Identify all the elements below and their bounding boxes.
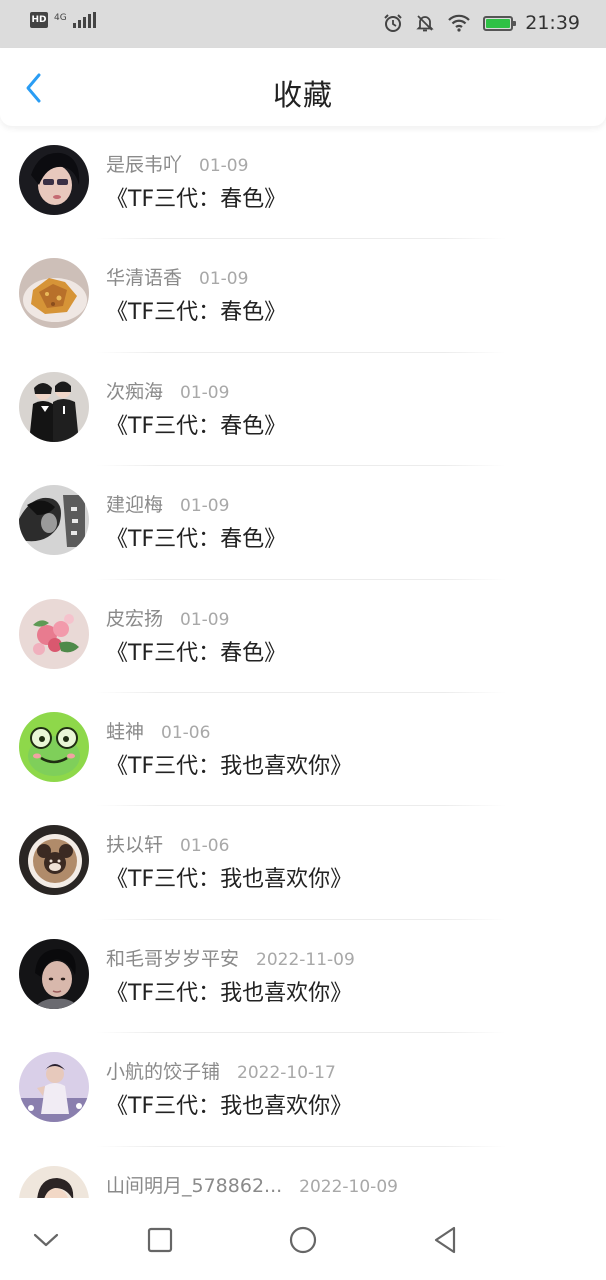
- user-name[interactable]: 小航的饺子铺: [106, 1057, 220, 1084]
- item-meta: 小航的饺子铺 2022-10-17: [106, 1057, 336, 1084]
- user-name[interactable]: 建迎梅: [106, 490, 163, 517]
- post-date: 01-06: [180, 836, 230, 857]
- avatar[interactable]: [19, 598, 89, 669]
- list-item[interactable]: 山间明月_578862... 2022-10-09: [0, 1147, 606, 1198]
- user-name[interactable]: 扶以轩: [106, 830, 163, 857]
- square-icon: [147, 1227, 173, 1253]
- item-meta: 皮宏扬 01-09: [106, 604, 229, 631]
- hd-badge: HD: [30, 12, 48, 28]
- avatar[interactable]: [19, 371, 89, 442]
- item-meta: 扶以轩 01-06: [106, 830, 229, 857]
- list-item[interactable]: 扶以轩 01-06 《TF三代：我也喜欢你》: [0, 806, 606, 920]
- item-meta: 山间明月_578862... 2022-10-09: [106, 1171, 398, 1198]
- user-name[interactable]: 华清语香: [106, 263, 182, 290]
- home-button[interactable]: [285, 1222, 321, 1258]
- user-name[interactable]: 皮宏扬: [106, 604, 163, 631]
- post-date: 2022-10-09: [299, 1176, 398, 1197]
- avatar[interactable]: [19, 711, 89, 782]
- favorites-list[interactable]: 是辰韦吖 01-09 《TF三代：春色》 华清语香 01-09 《TF三代：春色…: [0, 126, 606, 1198]
- item-title[interactable]: 《TF三代：我也喜欢你》: [106, 975, 352, 1007]
- triangle-back-icon: [434, 1226, 456, 1254]
- item-meta: 华清语香 01-09: [106, 263, 248, 290]
- user-name[interactable]: 是辰韦吖: [106, 150, 182, 177]
- status-bar: HD 4G 21:39: [0, 0, 606, 48]
- avatar[interactable]: [19, 258, 89, 329]
- status-bar-right: 21:39: [383, 8, 580, 38]
- item-meta: 是辰韦吖 01-09: [106, 150, 248, 177]
- list-item[interactable]: 华清语香 01-09 《TF三代：春色》: [0, 239, 606, 353]
- item-meta: 次痴海 01-09: [106, 377, 229, 404]
- user-name[interactable]: 次痴海: [106, 377, 163, 404]
- post-date: 01-09: [180, 382, 230, 403]
- wifi-icon: [448, 14, 471, 32]
- list-item[interactable]: 小航的饺子铺 2022-10-17 《TF三代：我也喜欢你》: [0, 1033, 606, 1147]
- signal-icon: [72, 12, 96, 28]
- post-date: 01-09: [199, 156, 249, 176]
- post-date: 01-06: [161, 722, 211, 743]
- item-title[interactable]: 《TF三代：我也喜欢你》: [106, 1088, 352, 1120]
- post-date: 01-09: [199, 269, 249, 290]
- avatar[interactable]: [19, 1165, 89, 1198]
- item-title[interactable]: 《TF三代：春色》: [106, 635, 286, 667]
- avatar[interactable]: [19, 145, 89, 215]
- avatar[interactable]: [19, 1052, 89, 1123]
- status-time: 21:39: [525, 12, 580, 34]
- collapse-button[interactable]: [28, 1222, 64, 1258]
- item-meta: 和毛哥岁岁平安 2022-11-09: [106, 944, 355, 971]
- item-title[interactable]: 《TF三代：我也喜欢你》: [106, 861, 352, 893]
- list-item[interactable]: 皮宏扬 01-09 《TF三代：春色》: [0, 580, 606, 693]
- status-bar-left: HD 4G: [30, 12, 96, 28]
- circle-icon: [289, 1226, 317, 1254]
- back-nav-button[interactable]: [427, 1222, 463, 1258]
- list-item[interactable]: 蛙神 01-06 《TF三代：我也喜欢你》: [0, 693, 606, 807]
- post-date: 2022-10-17: [237, 1063, 336, 1084]
- avatar[interactable]: [19, 938, 89, 1009]
- alarm-icon: [384, 14, 402, 32]
- item-meta: 建迎梅 01-09: [106, 490, 229, 517]
- network-type: 4G: [54, 13, 67, 23]
- item-title[interactable]: 《TF三代：春色》: [106, 181, 286, 213]
- system-nav-bar: [0, 1198, 606, 1280]
- bell-off-icon: [416, 15, 434, 32]
- post-date: 2022-11-09: [256, 949, 355, 970]
- battery-level: [486, 18, 511, 28]
- avatar[interactable]: [19, 825, 89, 896]
- battery-icon: [483, 15, 517, 31]
- item-title[interactable]: 《TF三代：春色》: [106, 408, 286, 440]
- user-name[interactable]: 山间明月_578862...: [106, 1171, 282, 1198]
- chevron-down-icon: [33, 1233, 59, 1247]
- item-meta: 蛙神 01-06: [106, 717, 210, 744]
- list-item[interactable]: 是辰韦吖 01-09 《TF三代：春色》: [0, 126, 606, 240]
- recent-apps-button[interactable]: [142, 1222, 178, 1258]
- item-title[interactable]: 《TF三代：春色》: [106, 294, 286, 326]
- post-date: 01-09: [180, 496, 230, 517]
- item-title[interactable]: 《TF三代：我也喜欢你》: [106, 748, 352, 780]
- list-item[interactable]: 建迎梅 01-09 《TF三代：春色》: [0, 466, 606, 580]
- avatar[interactable]: [19, 485, 89, 556]
- list-item[interactable]: 和毛哥岁岁平安 2022-11-09 《TF三代：我也喜欢你》: [0, 920, 606, 1034]
- user-name[interactable]: 蛙神: [106, 717, 144, 744]
- user-name[interactable]: 和毛哥岁岁平安: [106, 944, 239, 971]
- page-title: 收藏: [272, 78, 333, 112]
- item-title[interactable]: 《TF三代：春色》: [106, 521, 286, 553]
- list-item[interactable]: 次痴海 01-09 《TF三代：春色》: [0, 353, 606, 467]
- app-header: 收藏: [0, 48, 606, 126]
- post-date: 01-09: [180, 609, 230, 630]
